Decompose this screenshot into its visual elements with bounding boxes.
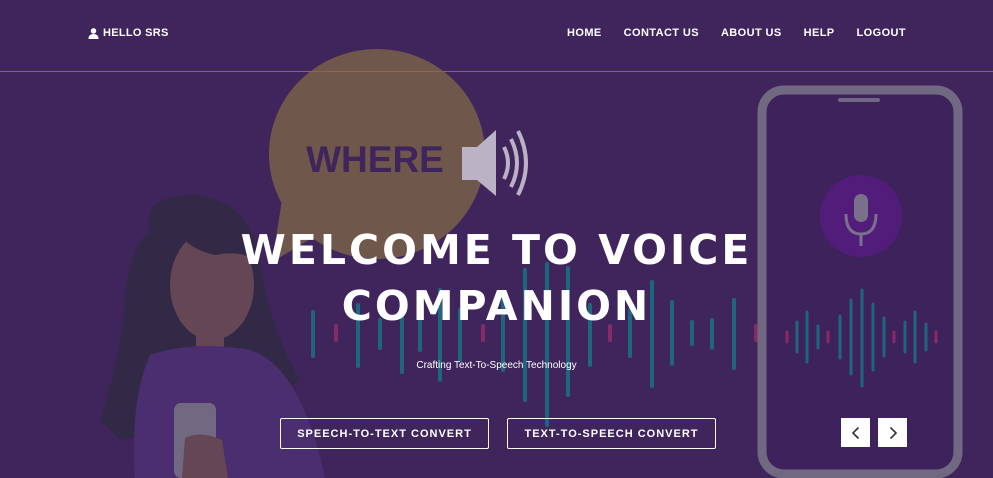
hero-title-line-1: WELCOME TO VOICE bbox=[240, 226, 753, 274]
speech-to-text-button[interactable]: SPEECH-TO-TEXT CONVERT bbox=[280, 418, 489, 449]
hero-banner: WHERE HELLO SRS HOME CONTACT US ABOUT US… bbox=[0, 0, 993, 478]
nav-contact-us[interactable]: CONTACT US bbox=[624, 27, 699, 39]
hero-title-line-2: COMPANION bbox=[341, 282, 652, 330]
carousel-prev-button[interactable] bbox=[841, 418, 870, 447]
nav-home[interactable]: HOME bbox=[567, 27, 602, 39]
chevron-right-icon bbox=[889, 426, 897, 439]
bubble-text: WHERE bbox=[306, 139, 444, 180]
text-to-speech-button[interactable]: TEXT-TO-SPEECH CONVERT bbox=[507, 418, 716, 449]
hero-tagline: Crafting Text-To-Speech Technology bbox=[416, 360, 577, 371]
greeting-text: HELLO SRS bbox=[103, 27, 169, 39]
microphone-icon bbox=[820, 175, 902, 257]
hero-title: WELCOME TO VOICE COMPANION bbox=[200, 222, 793, 334]
carousel-next-button[interactable] bbox=[878, 418, 907, 447]
top-navbar: HELLO SRS HOME CONTACT US ABOUT US HELP … bbox=[0, 0, 993, 72]
nav-help[interactable]: HELP bbox=[804, 27, 835, 39]
user-icon bbox=[88, 27, 99, 39]
main-nav: HOME CONTACT US ABOUT US HELP LOGOUT bbox=[567, 27, 906, 39]
user-greeting[interactable]: HELLO SRS bbox=[88, 27, 169, 39]
nav-logout[interactable]: LOGOUT bbox=[857, 27, 906, 39]
nav-about-us[interactable]: ABOUT US bbox=[721, 27, 782, 39]
chevron-left-icon bbox=[851, 426, 859, 439]
